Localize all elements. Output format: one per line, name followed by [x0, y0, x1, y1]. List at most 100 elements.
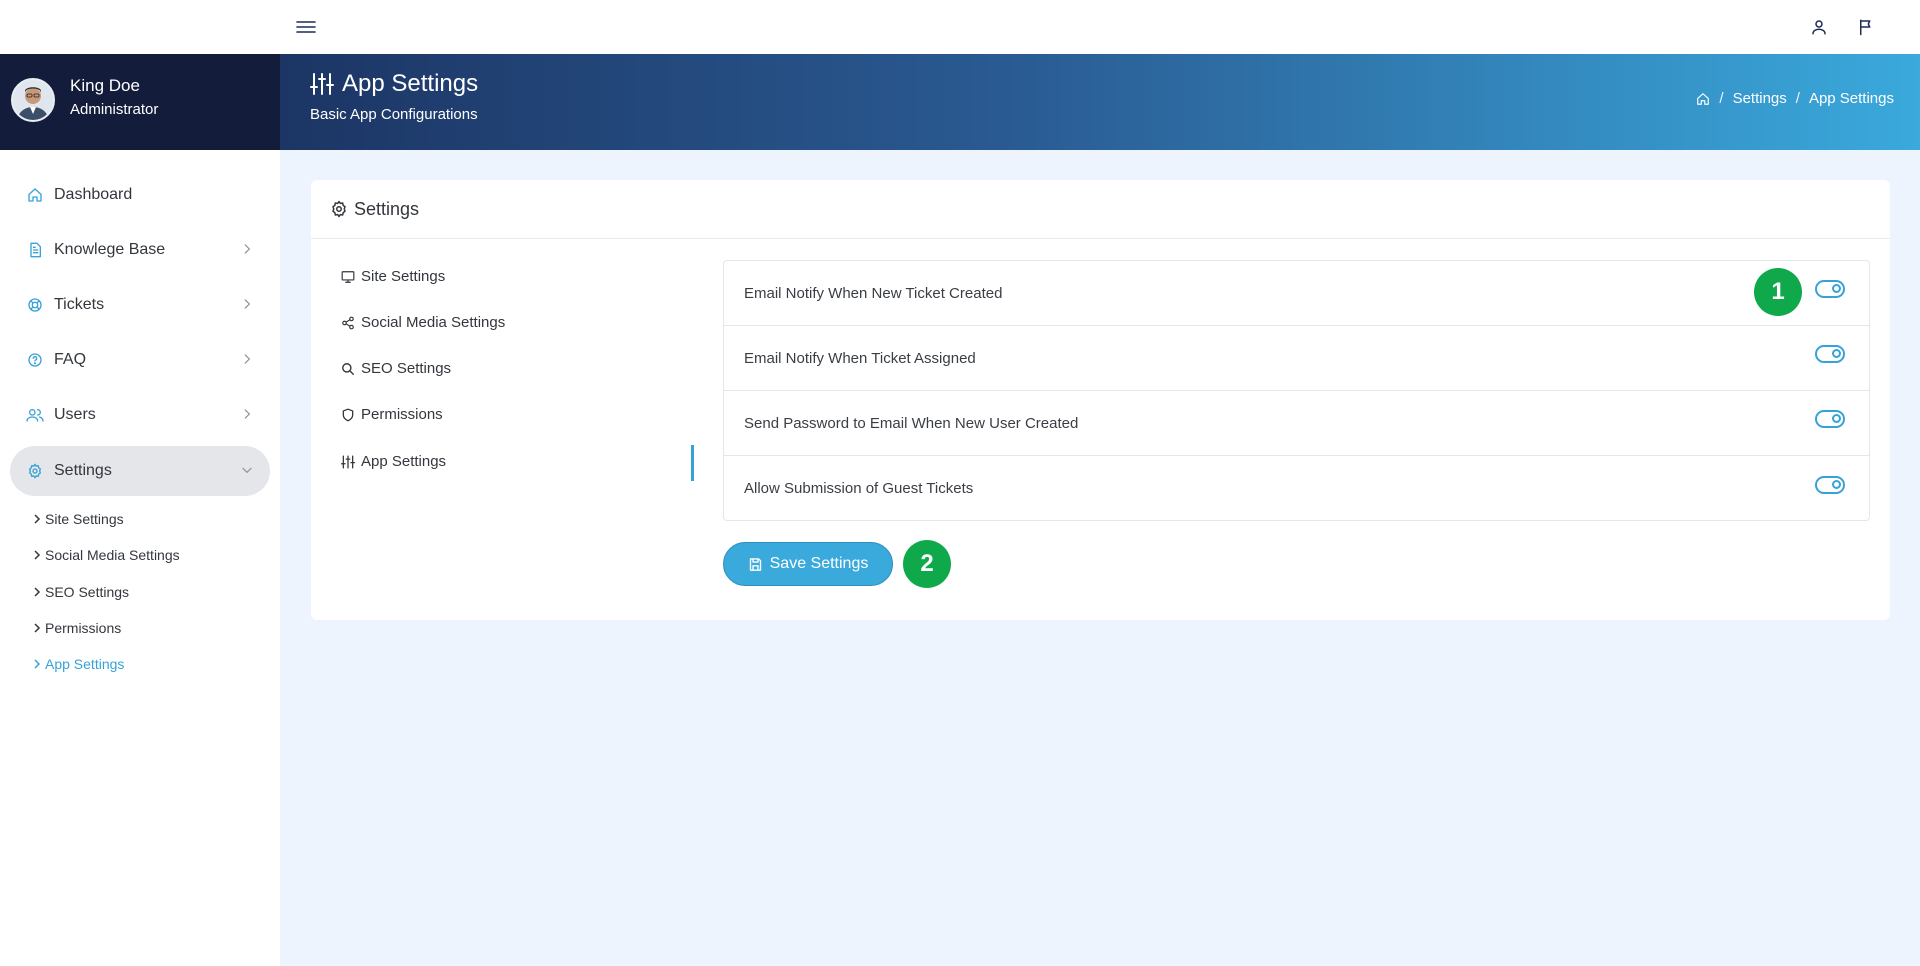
page-subtitle: Basic App Configurations — [310, 106, 478, 123]
step-marker-1: 1 — [1754, 268, 1802, 316]
toggle-ticket-assigned-email[interactable] — [1815, 345, 1845, 363]
sidebar-subitem-site-settings[interactable]: Site Settings — [33, 511, 124, 527]
page-title-text: App Settings — [342, 70, 479, 97]
chevron-right-icon — [33, 623, 41, 633]
tab-app-settings[interactable]: App Settings — [341, 453, 446, 470]
sidebar-subitem-label: Social Media Settings — [45, 547, 180, 563]
sidebar-item-label: Settings — [54, 462, 112, 479]
sidebar-subitem-label: Permissions — [45, 620, 122, 636]
sidebar-item-label: Tickets — [54, 296, 105, 313]
setting-label: Email Notify When New Ticket Created — [744, 284, 1003, 302]
toggle-send-password-email[interactable] — [1815, 410, 1845, 428]
sidebar-item-dashboard[interactable]: Dashboard — [10, 170, 270, 220]
chevron-right-icon — [240, 242, 254, 256]
chevron-right-icon — [33, 514, 41, 524]
tab-label: SEO Settings — [361, 360, 452, 377]
sidebar-item-label: Knowlege Base — [54, 241, 166, 258]
users-icon — [26, 406, 44, 424]
page-title: App Settings — [310, 70, 478, 98]
setting-row-guest-tickets: Allow Submission of Guest Tickets — [724, 456, 1869, 521]
step-marker-2: 2 — [903, 540, 951, 588]
breadcrumb-app-settings: App Settings — [1808, 90, 1894, 107]
setting-label: Email Notify When Ticket Assigned — [744, 349, 976, 367]
sidebar-item-label: FAQ — [54, 351, 87, 368]
setting-label: Allow Submission of Guest Tickets — [744, 480, 974, 497]
setting-row-new-ticket-email: Email Notify When New Ticket Created — [724, 261, 1869, 326]
setting-label: Send Password to Email When New User Cre… — [744, 414, 1079, 432]
page-header-banner: App Settings Basic App Configurations / … — [280, 54, 1920, 150]
save-settings-button[interactable]: Save Settings — [723, 542, 893, 586]
sidebar-item-label: Dashboard — [54, 186, 133, 203]
setting-row-send-password-email: Send Password to Email When New User Cre… — [724, 391, 1869, 456]
sidebar-subitem-label: App Settings — [45, 656, 125, 672]
breadcrumb-separator: / — [1795, 90, 1800, 107]
lifebuoy-icon — [26, 296, 44, 314]
sidebar-subitem-permissions[interactable]: Permissions — [33, 620, 121, 636]
sliders-icon — [310, 73, 334, 95]
toggle-knob — [1832, 284, 1841, 293]
breadcrumb: / Settings / App Settings — [1696, 90, 1894, 107]
help-circle-icon — [26, 351, 44, 369]
toggle-knob — [1832, 414, 1841, 423]
tab-social-media-settings[interactable]: Social Media Settings — [341, 314, 505, 331]
chevron-down-icon — [240, 463, 254, 477]
toggle-knob — [1832, 349, 1841, 358]
setting-row-ticket-assigned-email: Email Notify When Ticket Assigned — [724, 326, 1869, 391]
tab-permissions[interactable]: Permissions — [341, 406, 443, 423]
tab-seo-settings[interactable]: SEO Settings — [341, 360, 451, 377]
tab-label: Site Settings — [361, 268, 446, 285]
sidebar: Dashboard Knowlege Base Tickets FAQ User… — [0, 150, 280, 966]
home-icon — [26, 186, 44, 204]
user-profile: King Doe Administrator — [0, 54, 280, 150]
tab-label: Social Media Settings — [361, 314, 506, 331]
sidebar-item-label: Users — [54, 406, 96, 423]
user-role: Administrator — [70, 101, 159, 118]
card-title: Settings — [354, 198, 420, 219]
sidebar-subitem-social-media-settings[interactable]: Social Media Settings — [33, 547, 180, 563]
settings-list: Email Notify When New Ticket Created Ema… — [723, 260, 1870, 521]
tab-site-settings[interactable]: Site Settings — [341, 268, 445, 285]
share-icon — [341, 316, 355, 330]
sidebar-item-tickets[interactable]: Tickets — [10, 280, 270, 330]
user-name: King Doe — [70, 76, 140, 95]
chevron-right-icon — [240, 407, 254, 421]
active-tab-indicator — [691, 445, 694, 481]
user-icon[interactable] — [1807, 15, 1831, 39]
avatar[interactable] — [11, 78, 55, 122]
top-bar — [0, 0, 1920, 54]
gear-icon — [330, 200, 348, 218]
breadcrumb-settings[interactable]: Settings — [1733, 90, 1787, 107]
sidebar-item-users[interactable]: Users — [10, 390, 270, 440]
sidebar-item-faq[interactable]: FAQ — [10, 335, 270, 385]
sidebar-item-settings[interactable]: Settings — [10, 446, 270, 496]
sidebar-subitem-label: SEO Settings — [45, 584, 130, 600]
save-icon — [748, 557, 763, 572]
menu-toggle-icon[interactable] — [294, 16, 318, 38]
settings-card: Settings Site Settings Social Media Sett… — [311, 180, 1890, 620]
search-icon — [341, 362, 355, 376]
sidebar-subitem-seo-settings[interactable]: SEO Settings — [33, 584, 129, 600]
sidebar-item-knowledge-base[interactable]: Knowlege Base — [10, 225, 270, 275]
toggle-new-ticket-email[interactable] — [1815, 280, 1845, 298]
home-icon[interactable] — [1696, 92, 1710, 106]
document-icon — [26, 241, 44, 259]
sidebar-subitem-label: Site Settings — [45, 511, 124, 527]
sliders-icon — [341, 455, 355, 469]
sidebar-subitem-app-settings[interactable]: App Settings — [33, 656, 124, 672]
breadcrumb-separator: / — [1719, 90, 1724, 107]
tab-label: Permissions — [361, 406, 443, 423]
chevron-right-icon — [33, 550, 41, 560]
chevron-right-icon — [33, 587, 41, 597]
card-header: Settings — [311, 180, 1890, 239]
flag-icon[interactable] — [1854, 15, 1878, 39]
toggle-knob — [1832, 479, 1841, 489]
toggle-guest-tickets[interactable] — [1815, 475, 1845, 494]
tab-label: App Settings — [361, 453, 447, 470]
save-settings-label: Save Settings — [769, 555, 869, 572]
shield-icon — [341, 408, 355, 422]
gear-icon — [26, 462, 44, 480]
chevron-right-icon — [240, 297, 254, 311]
monitor-icon — [341, 270, 355, 284]
chevron-right-icon — [240, 352, 254, 366]
chevron-right-icon — [33, 659, 41, 669]
